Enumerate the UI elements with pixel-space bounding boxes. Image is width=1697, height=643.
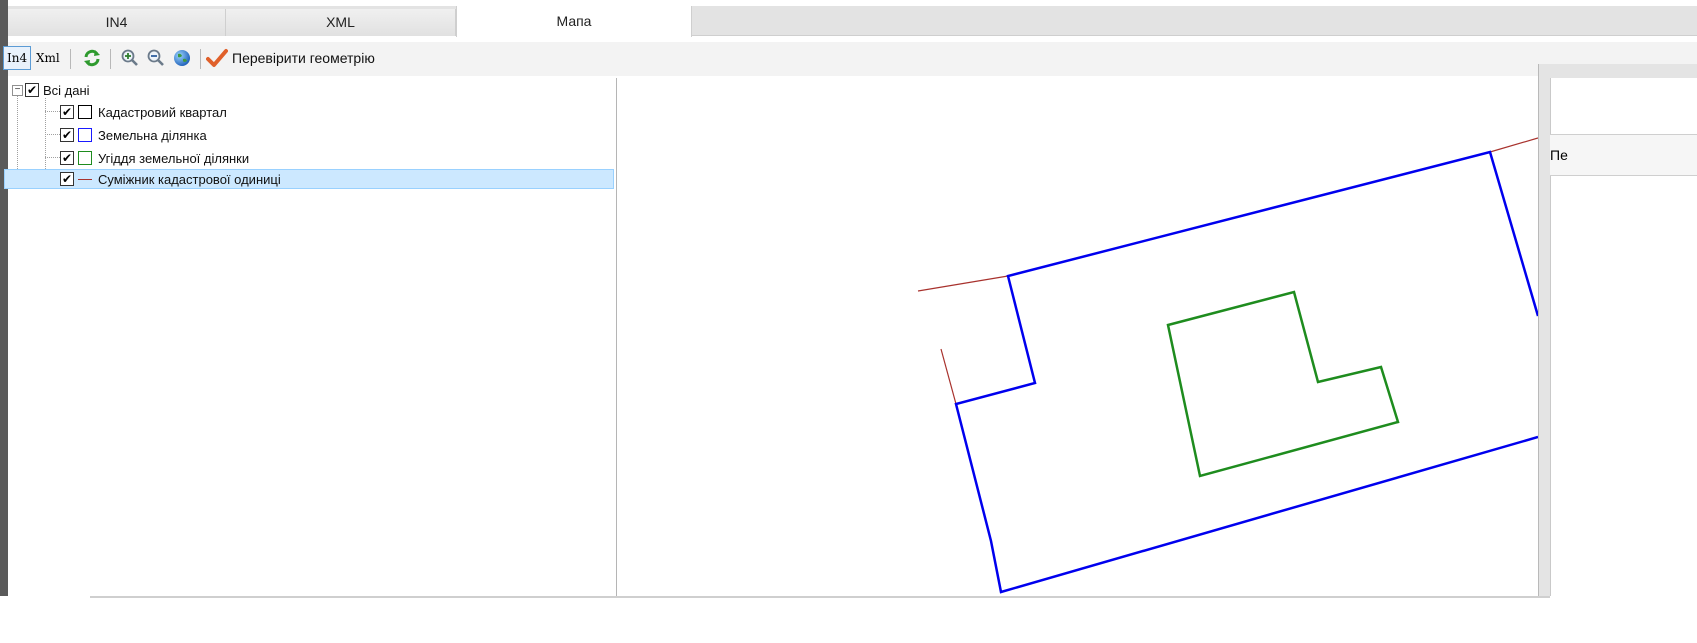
layer-checkbox[interactable]: ✔ bbox=[60, 128, 74, 142]
layer-label: Земельна ділянка bbox=[98, 127, 207, 143]
right-panel-header: Пе bbox=[1550, 134, 1697, 176]
neighbor-boundary-line bbox=[940, 348, 957, 405]
zoom-in-icon bbox=[121, 49, 138, 66]
toolbar-separator bbox=[70, 49, 71, 69]
layer-legend-square-icon bbox=[78, 128, 92, 142]
layer-tree-panel: − ✔ Всі дані ✔ Кадастровий квартал ✔ Зем… bbox=[4, 78, 617, 596]
land-plot-boundary bbox=[954, 150, 1540, 594]
layer-checkbox[interactable]: ✔ bbox=[60, 172, 74, 186]
xml-view-button[interactable]: Xml bbox=[32, 45, 64, 71]
layer-legend-line-icon bbox=[78, 178, 92, 180]
refresh-button[interactable] bbox=[80, 45, 104, 71]
tree-root-node[interactable]: − ✔ Всі дані bbox=[12, 80, 90, 100]
tree-layer-land-plot[interactable]: ✔ Земельна ділянка bbox=[60, 125, 207, 145]
tab-strip: IN4 XML Мапа bbox=[8, 6, 1697, 37]
map-drawing[interactable] bbox=[618, 78, 1540, 596]
neighbor-boundary-line bbox=[917, 275, 1009, 292]
xml-view-button-label: Xml bbox=[36, 51, 60, 65]
zoom-extent-button[interactable] bbox=[170, 45, 194, 71]
window-left-edge bbox=[0, 0, 8, 643]
check-geometry-label: Перевірити геометрію bbox=[232, 50, 375, 66]
tab-map[interactable]: Мапа bbox=[456, 6, 692, 37]
layer-checkbox[interactable]: ✔ bbox=[60, 105, 74, 119]
layer-checkbox[interactable]: ✔ bbox=[60, 151, 74, 165]
layer-label: Кадастровий квартал bbox=[98, 104, 227, 120]
in4-view-button-label: In4 bbox=[3, 46, 32, 70]
tree-layer-land-use[interactable]: ✔ Угіддя земельної ділянки bbox=[60, 148, 249, 168]
tab-xml[interactable]: XML bbox=[226, 9, 456, 36]
tab-xml-label: XML bbox=[326, 14, 355, 30]
bottom-border bbox=[90, 596, 1550, 598]
bottom-area bbox=[0, 596, 1697, 643]
collapse-icon[interactable]: − bbox=[12, 84, 23, 96]
tab-in4[interactable]: IN4 bbox=[8, 9, 226, 36]
in4-view-button[interactable]: In4 bbox=[3, 45, 32, 71]
check-geometry-button[interactable]: Перевірити геометрію bbox=[206, 45, 375, 71]
toolbar-separator bbox=[110, 49, 111, 69]
tree-root-checkbox[interactable]: ✔ bbox=[25, 83, 39, 97]
layer-legend-square-icon bbox=[78, 105, 92, 119]
tab-in4-label: IN4 bbox=[105, 14, 128, 30]
zoom-out-button[interactable] bbox=[144, 45, 168, 71]
refresh-icon bbox=[84, 49, 100, 67]
tree-root-label: Всі дані bbox=[43, 82, 90, 98]
layer-legend-square-icon bbox=[78, 151, 92, 165]
tree-layer-neighbor[interactable]: ✔ Суміжник кадастрової одиниці bbox=[4, 169, 614, 189]
map-toolbar: In4 Xml Перевірити геометрію bbox=[3, 42, 1697, 76]
zoom-out-icon bbox=[147, 49, 164, 66]
toolbar-separator bbox=[200, 49, 201, 69]
layer-label: Суміжник кадастрової одиниці bbox=[98, 171, 281, 187]
right-panel-header-text: Пе bbox=[1550, 147, 1568, 163]
neighbor-boundary-line bbox=[1489, 137, 1539, 153]
checkmark-icon bbox=[206, 49, 228, 67]
tab-map-label: Мапа bbox=[556, 13, 592, 29]
map-canvas[interactable] bbox=[618, 78, 1540, 596]
land-use-boundary bbox=[1166, 290, 1400, 478]
globe-icon bbox=[174, 50, 190, 66]
tree-layer-cadastral-quarter[interactable]: ✔ Кадастровий квартал bbox=[60, 102, 227, 122]
layer-label: Угіддя земельної ділянки bbox=[98, 150, 250, 166]
zoom-in-button[interactable] bbox=[118, 45, 142, 71]
